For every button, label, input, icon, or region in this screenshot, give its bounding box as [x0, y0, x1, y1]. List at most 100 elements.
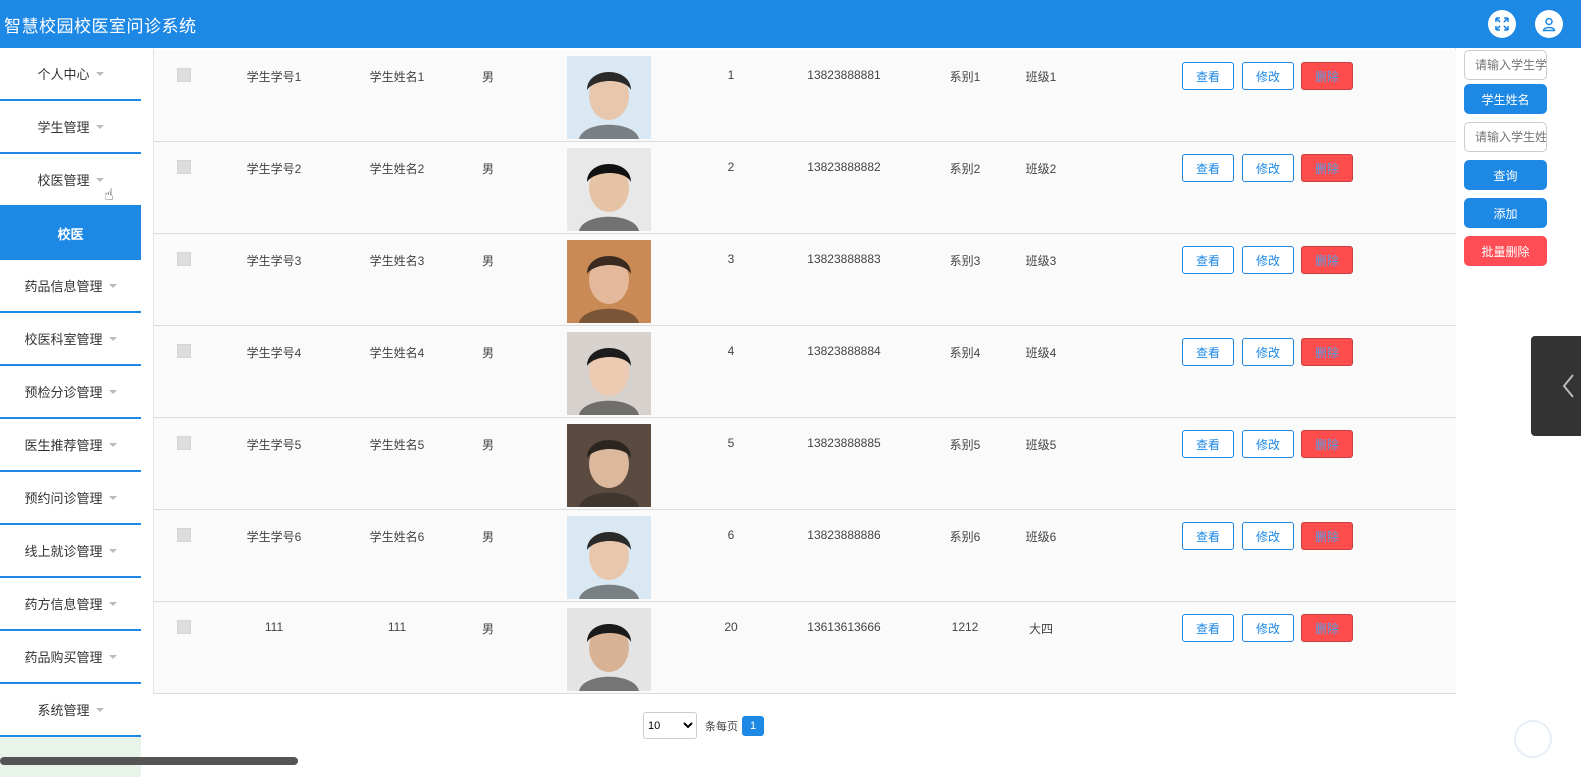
sidebar-item[interactable]: 校医管理 [0, 154, 141, 207]
sidebar-item[interactable]: 个人中心 [0, 48, 141, 101]
class-cell: 班级5 [1025, 438, 1057, 452]
age-cell: 2 [727, 160, 735, 174]
delete-button[interactable]: 删除 [1301, 430, 1353, 458]
caret-down-icon [108, 442, 117, 447]
view-button[interactable]: 查看 [1182, 614, 1234, 642]
class-cell: 班级6 [1025, 530, 1057, 544]
sidebar-item[interactable]: 学生管理 [0, 101, 141, 154]
caret-down-icon [108, 495, 117, 500]
sidebar-item[interactable]: 药品购买管理 [0, 631, 141, 684]
student-name-search-input[interactable] [1464, 122, 1547, 152]
student-photo-6[interactable] [567, 516, 651, 599]
caret-down-icon [95, 71, 104, 76]
row-checkbox[interactable] [177, 528, 191, 542]
app-title: 智慧校园校医室问诊系统 [4, 16, 197, 36]
edit-button[interactable]: 修改 [1242, 62, 1294, 90]
sidebar-item[interactable]: 线上就诊管理 [0, 525, 141, 578]
view-button[interactable]: 查看 [1182, 62, 1234, 90]
sidebar-item[interactable]: 校医科室管理 [0, 313, 141, 366]
student-photo-4[interactable] [567, 332, 651, 415]
sidebar-item-label: 预约问诊管理 [24, 491, 103, 506]
edit-button[interactable]: 修改 [1242, 246, 1294, 274]
row-checkbox[interactable] [177, 252, 191, 266]
sidebar-item-label: 药方信息管理 [24, 597, 103, 612]
sidebar-item[interactable]: 预约问诊管理 [0, 472, 141, 525]
sidebar-item-label: 学生管理 [37, 120, 90, 135]
delete-button[interactable]: 删除 [1301, 614, 1353, 642]
delete-button[interactable]: 删除 [1301, 154, 1353, 182]
student-photo-2[interactable] [567, 148, 651, 231]
class-cell: 班级1 [1025, 70, 1057, 84]
caret-down-icon [108, 389, 117, 394]
student-no-search-input[interactable] [1464, 50, 1547, 80]
query-button[interactable]: 查询 [1464, 160, 1547, 190]
table-row: 学生学号6 学生姓名6 男 6 13823888886 系别6 班级6 查看 修改 删除 [154, 510, 1456, 602]
student-no-cell: 学生学号1 [246, 70, 302, 84]
edit-button[interactable]: 修改 [1242, 430, 1294, 458]
age-cell: 1 [727, 68, 735, 82]
phone-cell: 13823888882 [807, 160, 881, 174]
delete-button[interactable]: 删除 [1301, 62, 1353, 90]
horizontal-scrollbar[interactable] [0, 757, 298, 765]
row-checkbox[interactable] [177, 344, 191, 358]
top-bar: 智慧校园校医室问诊系统 [0, 0, 1581, 48]
page-number-button[interactable]: 1 [742, 715, 764, 736]
fullscreen-icon[interactable] [1488, 10, 1516, 38]
delete-button[interactable]: 删除 [1301, 522, 1353, 550]
user-icon[interactable] [1535, 10, 1563, 38]
caret-down-icon [108, 548, 117, 553]
sidebar-item[interactable]: 系统管理 [0, 684, 141, 737]
batch-delete-button[interactable]: 批量删除 [1464, 236, 1547, 266]
sidebar-item-label: 线上就诊管理 [24, 544, 103, 559]
caret-down-icon [108, 654, 117, 659]
add-button[interactable]: 添加 [1464, 198, 1547, 228]
student-photo-3[interactable] [567, 240, 651, 323]
age-cell: 6 [727, 528, 735, 542]
view-button[interactable]: 查看 [1182, 522, 1234, 550]
sidebar-item-label: 校医管理 [37, 173, 90, 188]
sidebar-item[interactable]: 预检分诊管理 [0, 366, 141, 419]
caret-down-icon [108, 283, 117, 288]
edit-button[interactable]: 修改 [1242, 614, 1294, 642]
delete-button[interactable]: 删除 [1301, 246, 1353, 274]
phone-cell: 13823888883 [807, 252, 881, 266]
student-no-cell: 学生学号2 [246, 162, 302, 176]
table-row: 111 111 男 20 13613613666 1212 大四 查看 修改 删除 [154, 602, 1456, 694]
view-button[interactable]: 查看 [1182, 154, 1234, 182]
student-no-cell: 学生学号4 [246, 346, 302, 360]
phone-cell: 13823888884 [807, 344, 881, 358]
phone-cell: 13823888886 [807, 528, 881, 542]
sidebar: 个人中心学生管理校医管理校医 药品信息管理校医科室管理预检分诊管理 医生推荐管理预约… [0, 48, 141, 777]
sidebar-item-label: 校医科室管理 [24, 332, 103, 347]
view-button[interactable]: 查看 [1182, 338, 1234, 366]
sidebar-item[interactable]: 校医 [0, 207, 141, 260]
edit-button[interactable]: 修改 [1242, 154, 1294, 182]
student-table: 学生学号1 学生姓名1 男 1 13823888881 系别1 班级1 查看 修改 删除 学生学号2… [153, 48, 1456, 694]
student-photo-5[interactable] [567, 424, 651, 507]
age-cell: 4 [727, 344, 735, 358]
collapse-panel-tab[interactable] [1531, 336, 1581, 436]
row-checkbox[interactable] [177, 620, 191, 634]
edit-button[interactable]: 修改 [1242, 338, 1294, 366]
sidebar-item[interactable]: 医生推荐管理 [0, 419, 141, 472]
row-checkbox[interactable] [177, 68, 191, 82]
sidebar-item[interactable]: 药方信息管理 [0, 578, 141, 631]
row-checkbox[interactable] [177, 160, 191, 174]
student-photo-7[interactable] [567, 608, 651, 691]
edit-button[interactable]: 修改 [1242, 522, 1294, 550]
gender-cell: 男 [481, 346, 494, 360]
page-size-select[interactable]: 102050100 [643, 712, 697, 739]
student-no-cell: 学生学号5 [246, 438, 302, 452]
delete-button[interactable]: 删除 [1301, 338, 1353, 366]
pointer-cursor-icon: ☝ [104, 187, 114, 204]
gender-cell: 男 [481, 70, 494, 84]
view-button[interactable]: 查看 [1182, 246, 1234, 274]
view-button[interactable]: 查看 [1182, 430, 1234, 458]
sidebar-item[interactable]: 药品信息管理 [0, 260, 141, 313]
student-photo-1[interactable] [567, 56, 651, 139]
student-no-cell: 学生学号3 [246, 254, 302, 268]
class-cell: 大四 [1028, 622, 1053, 636]
student-name-field-button[interactable]: 学生姓名 [1464, 84, 1547, 114]
row-checkbox[interactable] [177, 436, 191, 450]
gender-cell: 男 [481, 162, 494, 176]
